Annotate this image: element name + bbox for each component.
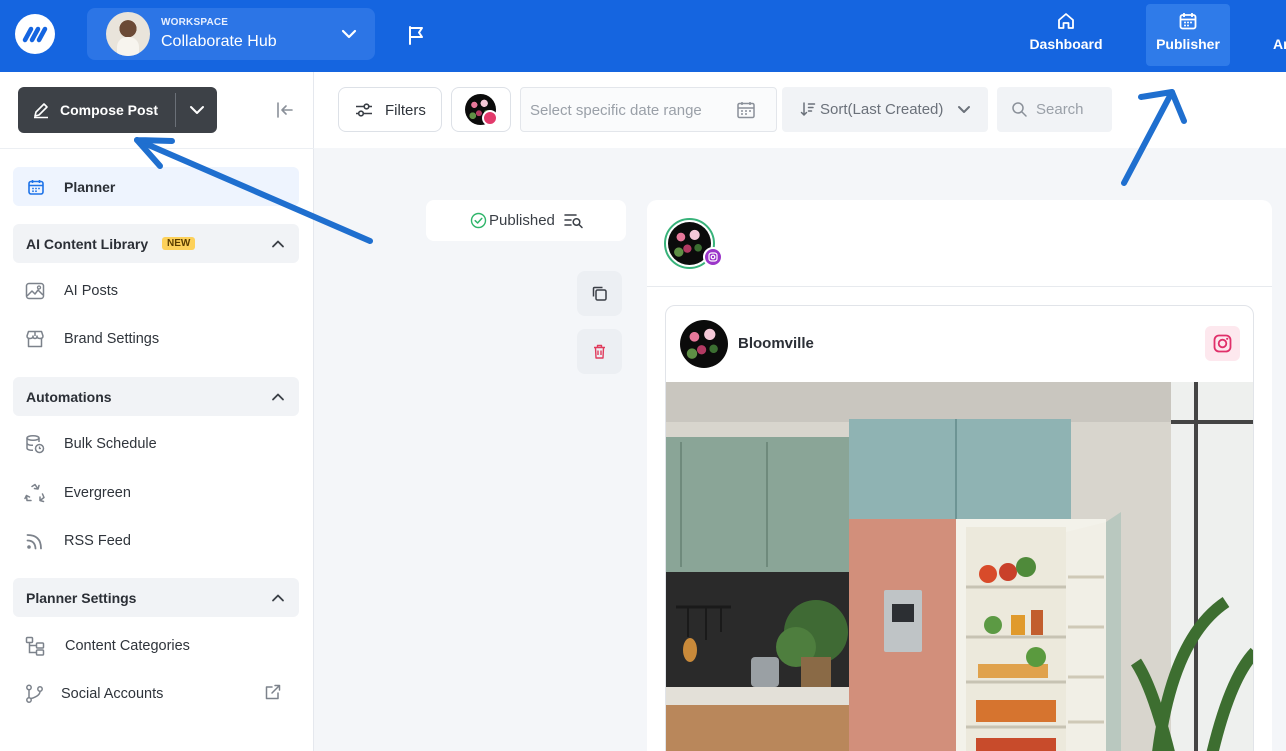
nav-dashboard[interactable]: Dashboard: [1024, 4, 1108, 66]
duplicate-button[interactable]: [577, 271, 622, 316]
sidebar-item-social-accounts[interactable]: Social Accounts: [24, 681, 294, 707]
sort-dropdown[interactable]: Sort(Last Created): [782, 87, 988, 132]
nav-analytics-label: An: [1273, 36, 1286, 52]
chevron-down-icon: [958, 106, 970, 113]
panel-header: [647, 200, 1272, 287]
sort-icon: [800, 102, 816, 117]
account-filter-button[interactable]: [451, 87, 511, 132]
date-range-input[interactable]: Select specific date range: [520, 87, 777, 132]
section-title: AI Content Library: [26, 236, 149, 252]
chevron-up-icon: [272, 393, 284, 401]
compose-post-label: Compose Post: [60, 102, 159, 118]
platform-button[interactable]: [1205, 326, 1240, 361]
instagram-icon: [1213, 334, 1232, 353]
chevron-up-icon: [272, 594, 284, 602]
section-ai-content-library[interactable]: AI Content Library NEW: [13, 224, 299, 263]
rss-icon: [26, 534, 42, 550]
instagram-icon: [703, 247, 723, 267]
workspace-switcher[interactable]: WORKSPACE Collaborate Hub: [87, 8, 375, 60]
date-range-placeholder: Select specific date range: [530, 102, 702, 119]
image-ai-icon: [25, 282, 45, 300]
section-title: Planner Settings: [26, 590, 137, 606]
sidebar-item-bulk-schedule[interactable]: Bulk Schedule: [24, 431, 294, 457]
section-automations[interactable]: Automations: [13, 377, 299, 416]
sort-label: Sort(Last Created): [820, 101, 944, 118]
delete-button[interactable]: [577, 329, 622, 374]
planner-label: Planner: [64, 179, 116, 195]
post-preview-panel: Bloomville: [647, 200, 1272, 751]
evergreen-label: Evergreen: [64, 485, 131, 501]
rss-feed-label: RSS Feed: [64, 533, 131, 549]
content-categories-label: Content Categories: [65, 638, 190, 654]
nav-publisher-label: Publisher: [1156, 36, 1220, 52]
post-image: [666, 382, 1253, 751]
sidebar-item-rss-feed[interactable]: RSS Feed: [24, 528, 294, 554]
post-card[interactable]: Bloomville: [665, 305, 1254, 751]
copy-icon: [592, 286, 607, 301]
external-link-icon[interactable]: [264, 683, 282, 701]
brand-settings-label: Brand Settings: [64, 331, 160, 347]
workspace-name: Collaborate Hub: [161, 33, 277, 50]
ai-posts-label: AI Posts: [64, 283, 118, 299]
store-icon: [26, 330, 44, 348]
calendar-icon: [737, 102, 755, 119]
workspace-label: WORKSPACE: [161, 17, 229, 28]
toolbar: Filters Select specific date range Sort(…: [314, 72, 1286, 148]
social-accounts-label: Social Accounts: [61, 686, 164, 702]
filters-label: Filters: [385, 102, 426, 119]
hierarchy-icon: [25, 636, 45, 656]
filters-button[interactable]: Filters: [338, 87, 442, 132]
nav-dashboard-label: Dashboard: [1029, 36, 1103, 52]
status-label: Published: [489, 212, 555, 229]
workspace-avatar: [106, 12, 150, 56]
top-bar: WORKSPACE Collaborate Hub Dashboard Publ…: [0, 0, 1286, 72]
nav-analytics[interactable]: An: [1266, 4, 1286, 66]
nav-publisher[interactable]: Publisher: [1146, 4, 1230, 66]
check-circle-icon: [470, 212, 487, 229]
sidebar-item-evergreen[interactable]: Evergreen: [24, 480, 294, 506]
account-name: Bloomville: [738, 335, 814, 352]
sidebar-divider: [0, 148, 314, 149]
collapse-sidebar-icon[interactable]: [275, 100, 295, 120]
sidebar-item-content-categories[interactable]: Content Categories: [24, 633, 294, 659]
instagram-icon: [482, 110, 498, 126]
database-clock-icon: [26, 434, 45, 454]
flag-icon[interactable]: [405, 24, 427, 46]
compose-post-button[interactable]: Compose Post: [18, 87, 217, 133]
search-icon: [1012, 102, 1027, 117]
sidebar-item-brand-settings[interactable]: Brand Settings: [24, 326, 294, 352]
section-title: Automations: [26, 389, 112, 405]
home-icon: [1058, 13, 1074, 29]
new-badge: NEW: [162, 237, 196, 250]
bulk-schedule-label: Bulk Schedule: [64, 436, 157, 452]
compose-divider: [175, 93, 176, 127]
branch-icon: [26, 684, 43, 703]
sidebar-item-planner[interactable]: Planner: [13, 167, 299, 206]
chevron-up-icon: [272, 240, 284, 248]
sidebar: Compose Post Planner AI Content Library …: [0, 72, 314, 751]
search-input[interactable]: Search: [997, 87, 1112, 132]
chevron-down-icon: [341, 29, 357, 39]
edit-icon: [34, 103, 48, 119]
recycle-icon: [24, 483, 45, 503]
section-planner-settings[interactable]: Planner Settings: [13, 578, 299, 617]
logo-icon: [22, 26, 48, 43]
calendar-icon: [1179, 13, 1197, 30]
account-avatar: [680, 320, 728, 368]
list-search-icon: [564, 214, 583, 229]
chevron-down-icon[interactable]: [187, 100, 207, 120]
app-logo[interactable]: [15, 14, 55, 54]
search-placeholder: Search: [1036, 101, 1084, 118]
status-badge[interactable]: Published: [426, 200, 626, 241]
sidebar-item-ai-posts[interactable]: AI Posts: [24, 278, 294, 304]
calendar-icon: [28, 180, 44, 195]
trash-icon: [594, 344, 605, 359]
kitchen-photo: [666, 382, 1253, 751]
sliders-icon: [356, 103, 372, 117]
